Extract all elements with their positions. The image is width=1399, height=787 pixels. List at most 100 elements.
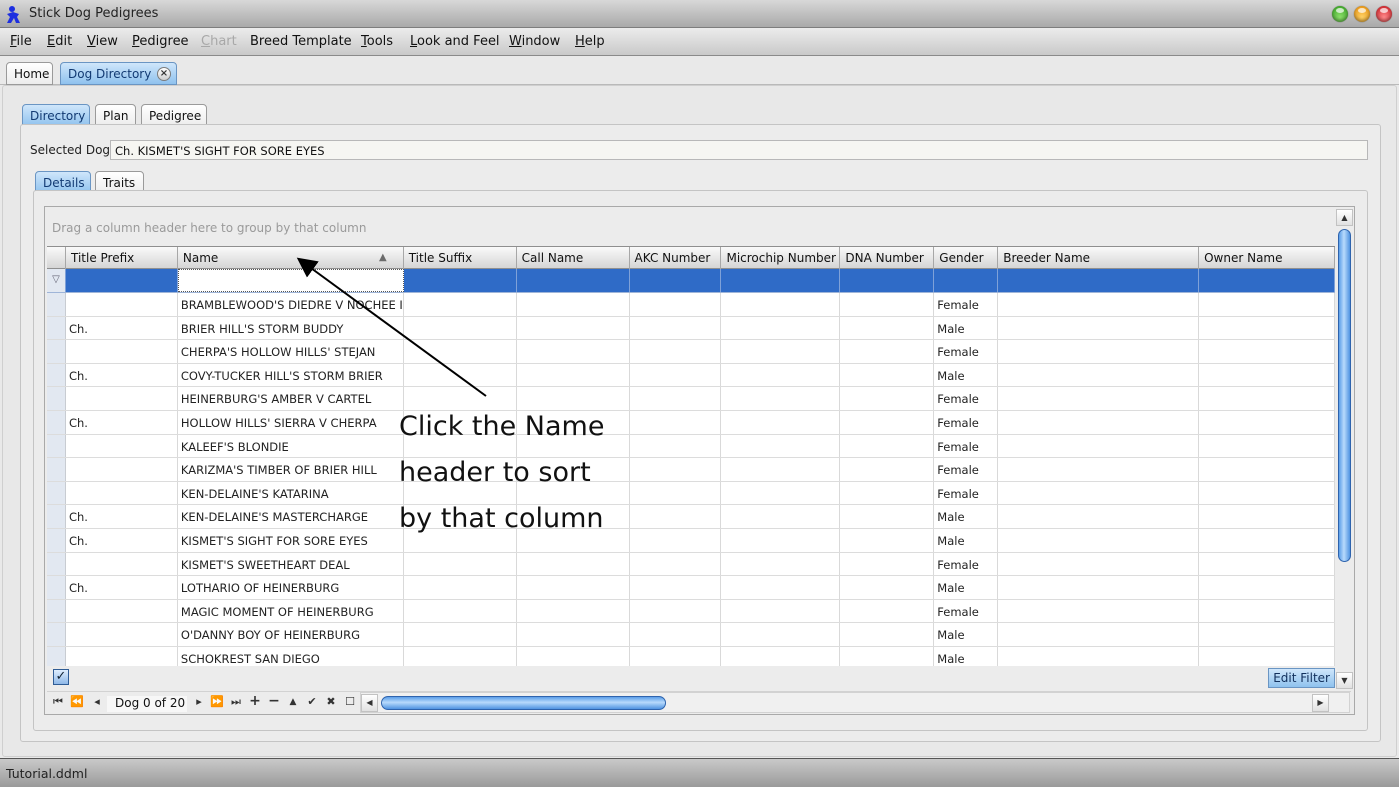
table-cell[interactable] — [840, 623, 935, 646]
column-header-gender[interactable]: Gender — [934, 247, 999, 269]
table-cell[interactable] — [998, 552, 1200, 576]
table-cell[interactable] — [517, 646, 630, 666]
table-cell[interactable] — [840, 434, 935, 458]
table-cell[interactable] — [998, 434, 1200, 458]
table-row[interactable]: KALEEF'S BLONDIE Female — [47, 434, 1335, 459]
menu-edit[interactable]: Edit — [47, 34, 72, 49]
row-indicator[interactable] — [47, 410, 66, 434]
vertical-scrollbar[interactable]: ▲ ▼ — [1336, 209, 1353, 689]
row-indicator[interactable] — [47, 293, 66, 316]
cell-title-prefix[interactable] — [66, 340, 178, 363]
table-cell[interactable] — [840, 410, 935, 434]
cell-name[interactable]: KEN-DELAINE'S MASTERCHARGE — [178, 505, 404, 528]
table-cell[interactable] — [998, 340, 1200, 363]
table-cell[interactable] — [630, 576, 722, 599]
table-cell[interactable] — [840, 293, 935, 316]
cell-gender[interactable]: Female — [934, 340, 999, 363]
cell-name[interactable]: KISMET'S SIGHT FOR SORE EYES — [178, 528, 404, 552]
column-header-owner-name[interactable]: Owner Name — [1199, 247, 1335, 269]
table-cell[interactable] — [630, 316, 722, 340]
table-cell[interactable] — [998, 505, 1200, 528]
vertical-scroll-thumb[interactable] — [1338, 229, 1351, 562]
table-cell[interactable] — [1199, 387, 1335, 410]
table-cell[interactable] — [517, 576, 630, 599]
cell-gender[interactable]: Male — [934, 646, 999, 666]
cell-name[interactable]: HOLLOW HILLS' SIERRA V CHERPA — [178, 410, 404, 434]
cell-name[interactable]: SCHOKREST SAN DIEGO — [178, 646, 404, 666]
row-indicator[interactable] — [47, 646, 66, 666]
cell-name[interactable]: COVY-TUCKER HILL'S STORM BRIER — [178, 363, 404, 387]
row-indicator[interactable] — [47, 623, 66, 646]
table-cell[interactable] — [1199, 505, 1335, 528]
table-cell[interactable] — [721, 646, 841, 666]
selected-dog-field[interactable]: Ch. KISMET'S SIGHT FOR SORE EYES — [110, 140, 1368, 160]
table-cell[interactable] — [1199, 340, 1335, 363]
close-button[interactable] — [1376, 6, 1392, 22]
cell-title-prefix[interactable] — [66, 481, 178, 505]
cell-gender[interactable]: Male — [934, 363, 999, 387]
table-cell[interactable] — [1199, 293, 1335, 316]
cell-gender[interactable]: Female — [934, 481, 999, 505]
table-cell[interactable] — [998, 528, 1200, 552]
menu-help[interactable]: Help — [575, 34, 605, 49]
table-cell[interactable] — [630, 599, 722, 623]
maximize-button[interactable] — [1354, 6, 1370, 22]
table-cell[interactable] — [721, 293, 841, 316]
last-record-icon[interactable]: ⏭ — [229, 695, 243, 709]
table-cell[interactable] — [630, 646, 722, 666]
table-cell[interactable] — [721, 599, 841, 623]
table-cell[interactable] — [1199, 552, 1335, 576]
table-cell[interactable] — [404, 623, 517, 646]
table-row[interactable]: MAGIC MOMENT OF HEINERBURG Female — [47, 599, 1335, 624]
column-header-call-name[interactable]: Call Name — [517, 247, 630, 269]
row-indicator[interactable] — [47, 434, 66, 458]
table-cell[interactable] — [1199, 434, 1335, 458]
edit-filter-button[interactable]: Edit Filter — [1268, 668, 1335, 688]
table-cell[interactable] — [517, 623, 630, 646]
menu-breed-template[interactable]: Breed Template — [250, 34, 352, 49]
scroll-down-icon[interactable]: ▼ — [1336, 672, 1353, 689]
table-cell[interactable] — [404, 316, 517, 340]
table-cell[interactable] — [840, 481, 935, 505]
cell-name[interactable]: CHERPA'S HOLLOW HILLS' STEJAN — [178, 340, 404, 363]
cell-title-prefix[interactable]: Ch. — [66, 316, 178, 340]
table-cell[interactable] — [721, 410, 841, 434]
table-cell[interactable] — [840, 505, 935, 528]
table-cell[interactable] — [998, 646, 1200, 666]
table-row[interactable]: Ch. HOLLOW HILLS' SIERRA V CHERPA Female — [47, 410, 1335, 435]
table-cell[interactable] — [840, 387, 935, 410]
table-cell[interactable] — [630, 481, 722, 505]
table-cell[interactable] — [840, 316, 935, 340]
table-cell[interactable] — [517, 340, 630, 363]
row-indicator[interactable] — [47, 505, 66, 528]
column-header-dna-number[interactable]: DNA Number — [840, 247, 935, 269]
row-indicator[interactable] — [47, 340, 66, 363]
cell-title-prefix[interactable]: Ch. — [66, 576, 178, 599]
table-cell[interactable] — [630, 293, 722, 316]
table-cell[interactable] — [998, 576, 1200, 599]
table-cell[interactable] — [998, 316, 1200, 340]
filter-cell-dna-number[interactable] — [840, 269, 935, 292]
menu-window[interactable]: Window — [509, 34, 560, 49]
cell-name[interactable]: BRAMBLEWOOD'S DIEDRE V NOCHEE II — [178, 293, 404, 316]
table-cell[interactable] — [630, 552, 722, 576]
cell-gender[interactable]: Male — [934, 623, 999, 646]
table-cell[interactable] — [404, 363, 517, 387]
table-cell[interactable] — [630, 505, 722, 528]
horizontal-scrollbar[interactable]: ◀ ▶ — [360, 692, 1350, 713]
cell-gender[interactable]: Male — [934, 505, 999, 528]
table-cell[interactable] — [1199, 528, 1335, 552]
cell-title-prefix[interactable]: Ch. — [66, 505, 178, 528]
cell-title-prefix[interactable]: Ch. — [66, 410, 178, 434]
table-cell[interactable] — [721, 528, 841, 552]
row-indicator[interactable] — [47, 552, 66, 576]
table-cell[interactable] — [1199, 363, 1335, 387]
cell-gender[interactable]: Female — [934, 552, 999, 576]
table-row[interactable]: KEN-DELAINE'S KATARINA Female — [47, 481, 1335, 506]
cell-name[interactable]: KEN-DELAINE'S KATARINA — [178, 481, 404, 505]
menu-view[interactable]: View — [87, 34, 118, 49]
cell-title-prefix[interactable] — [66, 552, 178, 576]
table-cell[interactable] — [404, 552, 517, 576]
table-cell[interactable] — [1199, 576, 1335, 599]
cell-name[interactable]: MAGIC MOMENT OF HEINERBURG — [178, 599, 404, 623]
